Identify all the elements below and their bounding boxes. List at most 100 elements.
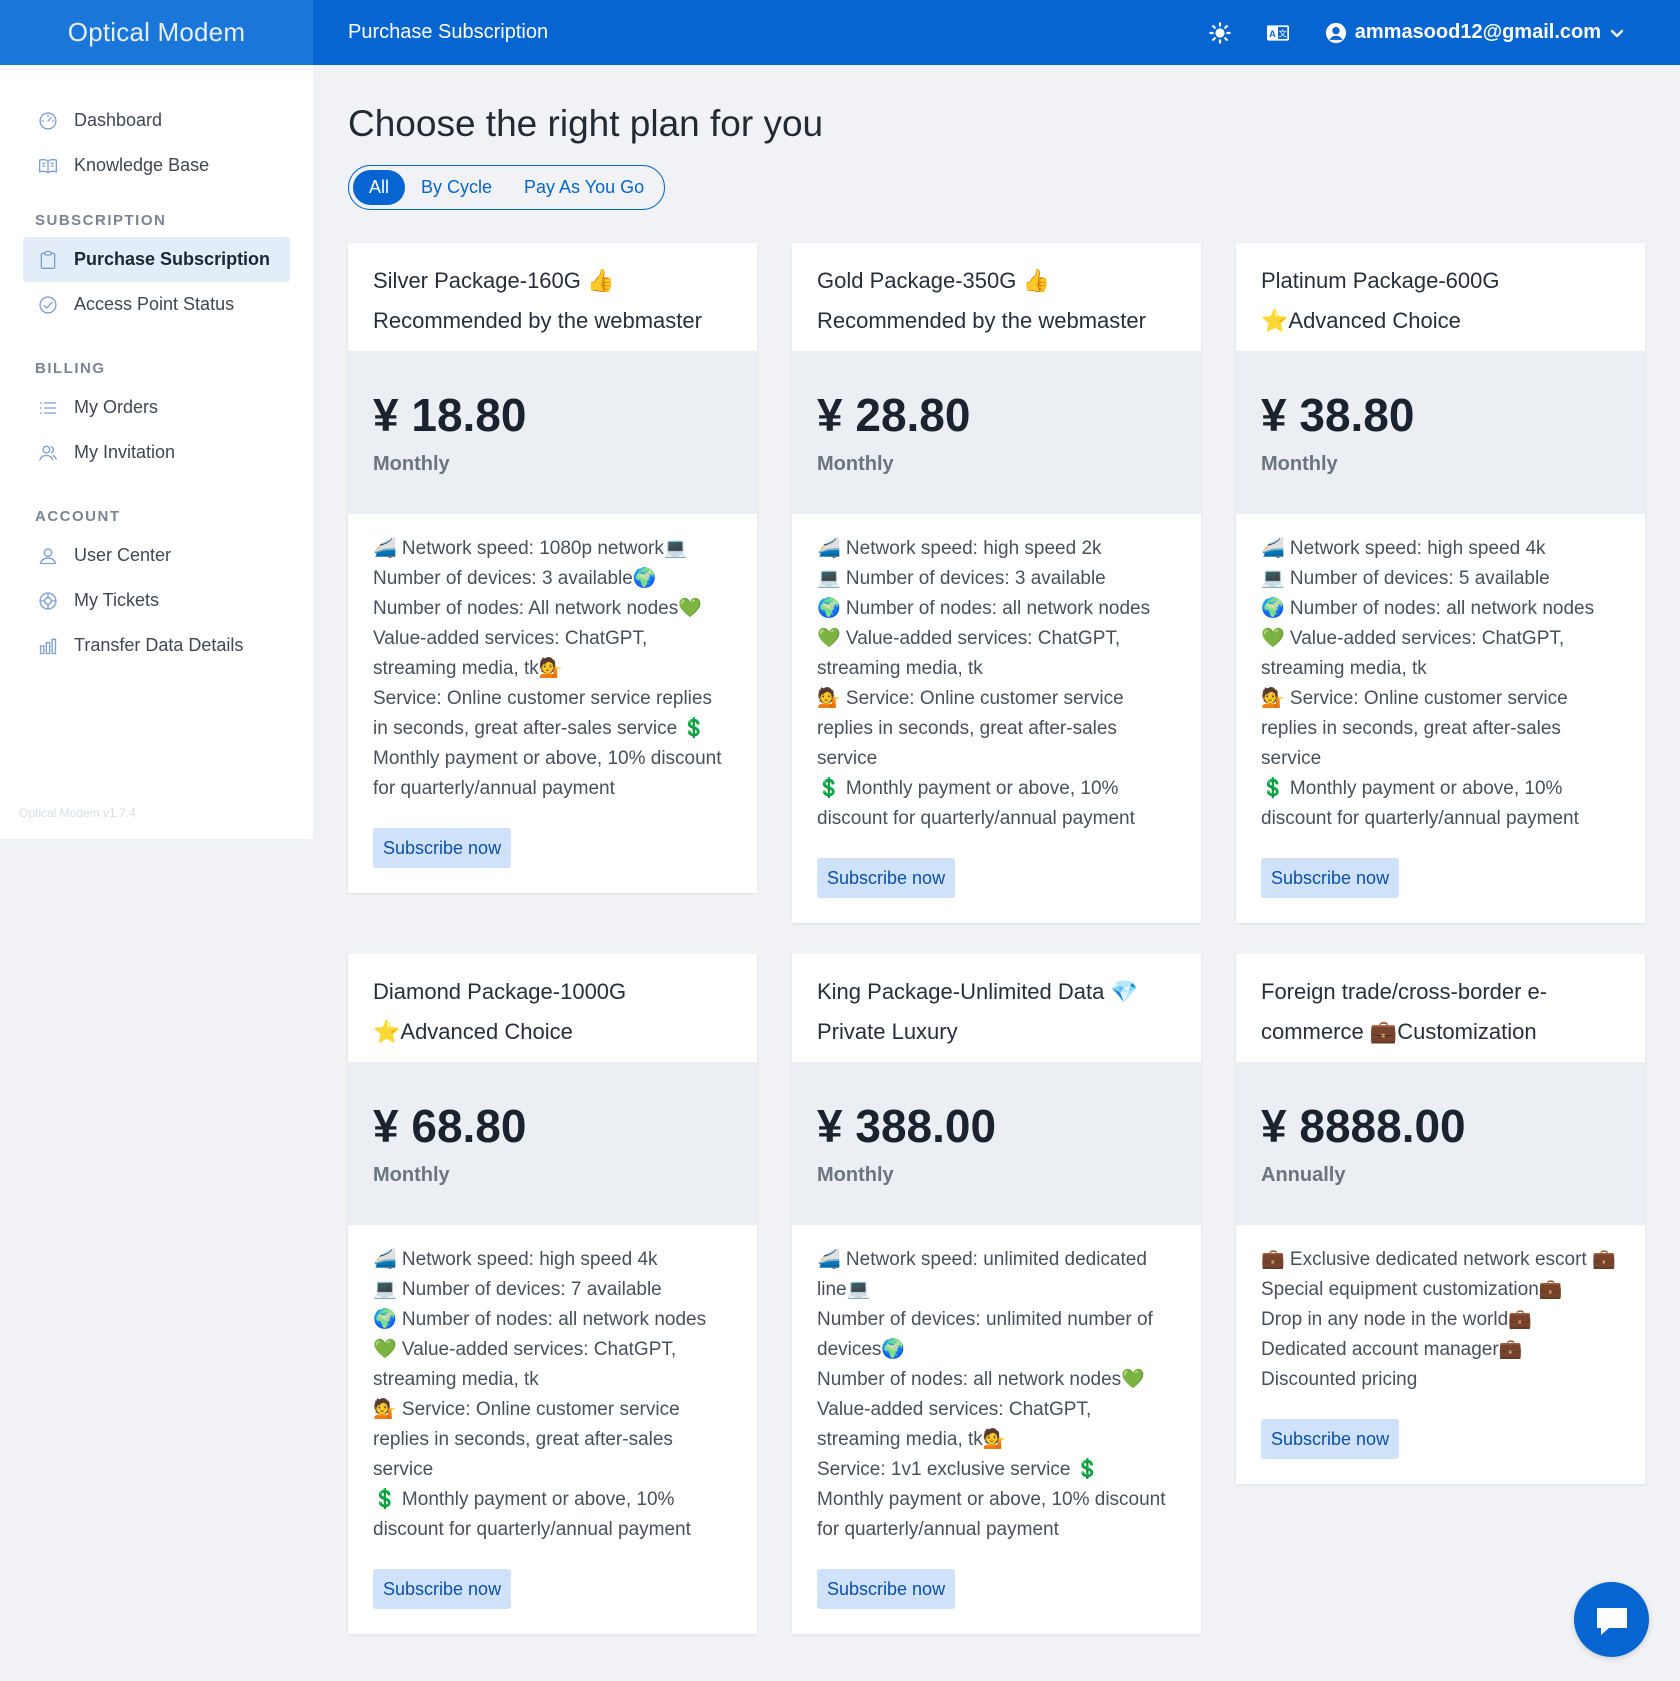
plan-features: 🚄 Network speed: 1080p network💻 Number o…	[348, 514, 757, 804]
sidebar-item-label: Transfer Data Details	[74, 635, 244, 655]
subscribe-button[interactable]: Subscribe now	[373, 828, 512, 868]
plan-feature: 🌍 Number of nodes: all network nodes	[1261, 598, 1595, 619]
sidebar-item-label: My Orders	[74, 397, 159, 417]
plan-feature: Special equipment customization💼	[1261, 1279, 1563, 1300]
user-icon	[37, 545, 59, 567]
plan-card-header: Silver Package-160G 👍 Recommended by the…	[348, 243, 757, 351]
plan-cycle: Monthly	[817, 453, 894, 475]
plan-feature: 💚 Value-added services: ChatGPT, streami…	[1261, 628, 1565, 679]
chat-button[interactable]	[1574, 1582, 1649, 1657]
bar-chart-icon	[37, 635, 59, 657]
lifebuoy-icon	[37, 590, 59, 612]
page-heading: Choose the right plan for you	[348, 103, 824, 144]
check-circle-icon	[37, 294, 59, 316]
plan-card-gold: Gold Package-350G 👍 Recommended by the w…	[792, 243, 1201, 923]
sidebar-item-label: My Tickets	[74, 590, 160, 610]
plan-card-silver: Silver Package-160G 👍 Recommended by the…	[348, 243, 757, 893]
plan-feature: Number of devices: unlimited number of d…	[817, 1309, 1153, 1360]
plan-features: 💼 Exclusive dedicated network escort 💼 S…	[1236, 1225, 1645, 1395]
plan-feature: Discounted pricing	[1261, 1369, 1418, 1390]
sidebar-item-dashboard[interactable]: Dashboard	[23, 98, 290, 143]
plan-feature: 💲 Monthly payment or above, 10% discount…	[817, 778, 1135, 829]
plan-price: ¥ 18.80	[373, 389, 527, 441]
plan-feature: 🌍 Number of nodes: all network nodes	[817, 598, 1151, 619]
sidebar: Dashboard Knowledge Base SUBSCRIPTION Pu…	[0, 65, 313, 839]
plan-feature: 🌍 Number of nodes: all network nodes	[373, 1309, 707, 1330]
book-icon	[37, 155, 59, 177]
filter-all[interactable]: All	[353, 170, 406, 205]
plan-feature: 💼 Exclusive dedicated network escort 💼	[1261, 1249, 1616, 1270]
top-bar: Optical Modem Purchase Subscription A文 a…	[0, 0, 1680, 65]
sidebar-item-my-orders[interactable]: My Orders	[23, 385, 290, 430]
plan-card-header: King Package-Unlimited Data 💎 Private Lu…	[792, 954, 1201, 1062]
plan-filter: All By Cycle Pay As You Go	[348, 165, 666, 210]
brand-logo[interactable]: Optical Modem	[0, 0, 313, 65]
plan-card-header: Foreign trade/cross-border e-commerce 💼C…	[1236, 954, 1645, 1062]
plan-card-king: King Package-Unlimited Data 💎 Private Lu…	[792, 954, 1201, 1634]
sidebar-item-transfer-data-details[interactable]: Transfer Data Details	[23, 623, 290, 668]
plan-feature: 💲 Monthly payment or above, 10% discount…	[373, 1489, 691, 1540]
subscribe-button[interactable]: Subscribe now	[1261, 858, 1400, 898]
plan-feature: 💻 Number of devices: 3 available	[817, 568, 1106, 589]
dashboard-icon	[37, 110, 59, 132]
plan-feature: 🚄 Network speed: high speed 4k	[1261, 538, 1546, 559]
sidebar-item-label: User Center	[74, 545, 172, 565]
plan-title: Diamond Package-1000G	[373, 979, 627, 1004]
users-icon	[37, 442, 59, 464]
plan-cycle: Monthly	[373, 1164, 450, 1186]
plan-feature: 💁 Service: Online customer service repli…	[373, 1399, 680, 1480]
plan-card-header: Platinum Package-600G ⭐Advanced Choice	[1236, 243, 1645, 351]
sidebar-section-title: SUBSCRIPTION	[35, 212, 167, 229]
plan-feature: Dedicated account manager💼	[1261, 1339, 1523, 1360]
sidebar-item-label: Purchase Subscription	[74, 249, 271, 269]
plan-card-header: Diamond Package-1000G ⭐Advanced Choice	[348, 954, 757, 1062]
svg-text:A: A	[1269, 28, 1276, 38]
plan-cycle: Annually	[1261, 1164, 1346, 1186]
plan-feature: 💁 Service: Online customer service repli…	[1261, 688, 1568, 769]
subscribe-button[interactable]: Subscribe now	[817, 858, 956, 898]
plan-feature: Service: Online customer service replies…	[373, 688, 712, 739]
plan-price-block: ¥ 388.00 Monthly	[792, 1062, 1201, 1225]
sidebar-item-label: Dashboard	[74, 110, 163, 130]
user-email: ammasood12@gmail.com	[1354, 21, 1601, 43]
plan-feature: 💻 Number of devices: 5 available	[1261, 568, 1550, 589]
plan-title: Gold Package-350G 👍	[817, 268, 1050, 293]
subscribe-button[interactable]: Subscribe now	[1261, 1419, 1400, 1459]
plan-features: 🚄 Network speed: high speed 2k 💻 Number …	[792, 514, 1201, 834]
sidebar-item-purchase-subscription[interactable]: Purchase Subscription	[23, 237, 290, 282]
plan-subtitle: Recommended by the webmaster	[373, 308, 702, 333]
sidebar-item-my-invitation[interactable]: My Invitation	[23, 430, 290, 475]
subscribe-button[interactable]: Subscribe now	[373, 1569, 512, 1609]
filter-by-cycle[interactable]: By Cycle	[405, 170, 508, 205]
plan-feature: Number of devices: 3 available🌍	[373, 568, 657, 589]
plan-feature: 🚄 Network speed: 1080p network💻	[373, 538, 688, 559]
plan-price-block: ¥ 28.80 Monthly	[792, 351, 1201, 514]
plan-title: Foreign trade/cross-border e-commerce 💼C…	[1261, 979, 1548, 1044]
plan-price: ¥ 8888.00	[1261, 1100, 1466, 1152]
plan-cycle: Monthly	[373, 453, 450, 475]
user-menu[interactable]: ammasood12@gmail.com	[1325, 21, 1625, 44]
plan-price-block: ¥ 18.80 Monthly	[348, 351, 757, 514]
sidebar-item-label: My Invitation	[74, 442, 176, 462]
plan-features: 🚄 Network speed: unlimited dedicated lin…	[792, 1225, 1201, 1545]
sidebar-item-access-point-status[interactable]: Access Point Status	[23, 282, 290, 327]
plan-feature: Service: 1v1 exclusive service 💲	[817, 1459, 1100, 1480]
subscribe-button[interactable]: Subscribe now	[817, 1569, 956, 1609]
plan-feature: 💲 Monthly payment or above, 10% discount…	[1261, 778, 1579, 829]
sidebar-item-my-tickets[interactable]: My Tickets	[23, 578, 290, 623]
language-icon[interactable]: A文	[1266, 22, 1289, 44]
plan-features: 🚄 Network speed: high speed 4k 💻 Number …	[348, 1225, 757, 1545]
plan-subtitle: Private Luxury	[817, 1019, 958, 1044]
filter-pay-as-you-go[interactable]: Pay As You Go	[508, 170, 660, 205]
plan-price: ¥ 68.80	[373, 1100, 527, 1152]
theme-toggle-icon[interactable]	[1209, 21, 1231, 44]
user-circle-icon	[1325, 22, 1346, 43]
sidebar-item-user-center[interactable]: User Center	[23, 533, 290, 578]
sidebar-item-label: Access Point Status	[74, 294, 235, 314]
plan-price: ¥ 38.80	[1261, 389, 1415, 441]
plan-feature: Value-added services: ChatGPT, streaming…	[373, 628, 648, 679]
plan-card-diamond: Diamond Package-1000G ⭐Advanced Choice ¥…	[348, 954, 757, 1634]
sidebar-item-knowledge-base[interactable]: Knowledge Base	[23, 143, 290, 188]
app-version: Optical Modem v1.7.4	[19, 806, 136, 820]
plan-subtitle: ⭐Advanced Choice	[1261, 308, 1461, 333]
